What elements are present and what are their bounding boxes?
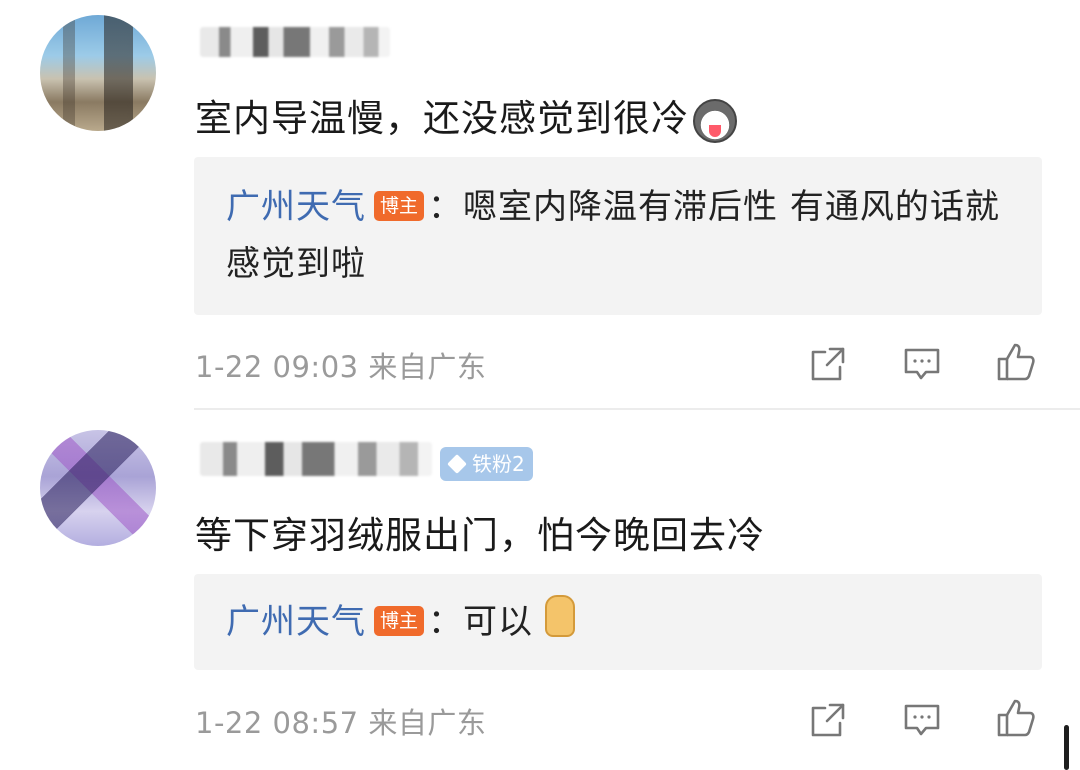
husky-face-icon (693, 98, 737, 143)
comment-time: 1-22 09:03 (195, 350, 359, 384)
comment-location: 来自广东 (368, 350, 487, 384)
username-blurred[interactable] (200, 442, 432, 476)
comment-text: 等下穿羽绒服出门，怕今晚回去冷 (195, 505, 765, 559)
avatar[interactable] (40, 15, 156, 131)
comment-button[interactable] (900, 700, 944, 740)
comment-location: 来自广东 (368, 706, 487, 740)
blogger-badge: 博主 (374, 605, 425, 636)
comment-icon (904, 348, 940, 380)
like-icon (997, 699, 1035, 737)
comment-meta: 1-22 08:57 来自广东 (195, 700, 486, 742)
share-button[interactable] (806, 700, 850, 740)
share-icon (811, 703, 845, 737)
share-icon (811, 347, 845, 381)
comment-item: 室内导温慢，还没感觉到很冷 广州天气 博主 ：嗯室内降温有滞后性 有通风的话就感觉到… (0, 0, 1080, 410)
username-blurred[interactable] (200, 27, 390, 57)
fan-badge[interactable]: 铁粉2 (440, 447, 533, 481)
avatar[interactable] (40, 430, 156, 546)
comment-text-content: 等下穿羽绒服出门，怕今晚回去冷 (195, 514, 765, 557)
fan-badge-label: 铁粉2 (472, 452, 525, 476)
comment-text-content: 室内导温慢，还没感觉到很冷 (195, 97, 689, 140)
comment-meta: 1-22 09:03 来自广东 (195, 344, 486, 386)
reply-author[interactable]: 广州天气 (226, 187, 366, 227)
comment-item: 铁粉2 等下穿羽绒服出门，怕今晚回去冷 广州天气 博主 ：可以 1-22 08:57… (0, 410, 1080, 770)
like-button[interactable] (994, 698, 1038, 738)
reply-text: 可以 (463, 602, 534, 642)
like-icon (997, 343, 1035, 381)
comment-time: 1-22 08:57 (195, 706, 359, 740)
reply-author[interactable]: 广州天气 (226, 602, 366, 642)
comment-button[interactable] (900, 344, 944, 384)
share-button[interactable] (806, 344, 850, 384)
comment-icon (904, 704, 940, 736)
comment-text: 室内导温慢，还没感觉到很冷 (195, 88, 737, 143)
diamond-icon (447, 454, 467, 474)
reply-separator: ： (428, 187, 464, 227)
scrollbar[interactable] (1064, 725, 1069, 770)
blogger-badge: 博主 (374, 190, 425, 221)
thumbs-up-icon (545, 595, 576, 637)
reply-box[interactable]: 广州天气 博主 ：嗯室内降温有滞后性 有通风的话就感觉到啦 (194, 157, 1042, 315)
reply-separator: ： (428, 602, 464, 642)
like-button[interactable] (994, 342, 1038, 382)
reply-box[interactable]: 广州天气 博主 ：可以 (194, 574, 1042, 670)
